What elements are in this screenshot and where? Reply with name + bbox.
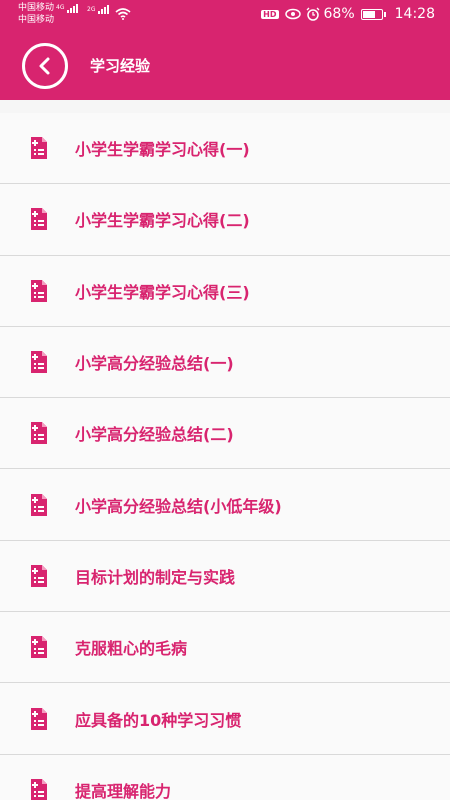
list-item[interactable]: 提高理解能力: [0, 754, 450, 800]
list-item[interactable]: 小学高分经验总结(二): [0, 398, 450, 470]
carrier-info: 中国移动 4G 中国移动: [18, 2, 79, 26]
list-item-label: 小学生学霸学习心得(三): [75, 282, 250, 302]
document-list-icon: [29, 350, 49, 374]
list-item[interactable]: 小学高分经验总结(小低年级): [0, 469, 450, 541]
wifi-icon: [115, 8, 131, 20]
document-list-icon: [29, 564, 49, 588]
document-list-icon: [29, 493, 49, 517]
list-item[interactable]: 小学生学霸学习心得(一): [0, 113, 450, 185]
document-list-icon: [29, 778, 49, 800]
battery-percent: 68%: [323, 6, 355, 22]
list-item[interactable]: 小学高分经验总结(一): [0, 326, 450, 399]
carrier-2-label: 中国移动: [18, 15, 55, 25]
hd-badge: HD: [261, 9, 279, 19]
document-list-icon: [29, 707, 49, 731]
alarm-icon: [306, 7, 319, 21]
document-list-icon: [29, 279, 49, 303]
app-bar: 学习经验: [0, 32, 450, 100]
page-title: 学习经验: [90, 57, 151, 75]
document-list-icon: [29, 136, 49, 160]
battery-icon: [360, 8, 386, 20]
list-item[interactable]: 小学生学霸学习心得(二): [0, 184, 450, 256]
list-item-label: 小学高分经验总结(二): [75, 425, 234, 445]
list-item-label: 小学生学霸学习心得(二): [75, 211, 250, 231]
eye-comfort-icon: [284, 8, 301, 20]
signal-2-icon: [98, 4, 110, 14]
list-item-label: 小学高分经验总结(小低年级): [75, 496, 282, 516]
status-right: HD 68% 14:28: [261, 6, 435, 22]
network-type-2: 2G: [87, 5, 96, 13]
list-item-label: 应具备的10种学习习惯: [75, 710, 242, 730]
list-item[interactable]: 小学生学霸学习心得(三): [0, 255, 450, 327]
list-item-label: 克服粗心的毛病: [75, 639, 188, 659]
article-list: 小学生学霸学习心得(一) 小学生学霸学习心得(二) 小学生学霸学习心得(三) 小学高分…: [0, 113, 450, 800]
carrier-1-label: 中国移动: [18, 3, 55, 13]
document-list-icon: [29, 421, 49, 445]
document-list-icon: [29, 635, 49, 659]
clock: 14:28: [394, 6, 435, 22]
network-type-1: 4G: [56, 4, 65, 11]
list-item[interactable]: 克服粗心的毛病: [0, 612, 450, 684]
list-item-label: 目标计划的制定与实践: [75, 567, 236, 587]
chevron-left-icon: [39, 57, 50, 75]
list-item-label: 小学生学霸学习心得(一): [75, 140, 250, 160]
signal-1-icon: [67, 3, 79, 13]
document-list-icon: [29, 207, 49, 231]
list-item-label: 提高理解能力: [75, 781, 172, 800]
status-bar: 中国移动 4G 中国移动 2G HD 68% 14:28: [0, 0, 450, 32]
list-item[interactable]: 应具备的10种学习习惯: [0, 683, 450, 755]
battery-fill: [362, 10, 375, 18]
list-item[interactable]: 目标计划的制定与实践: [0, 540, 450, 613]
list-item-label: 小学高分经验总结(一): [75, 354, 234, 374]
signal-2-group: 2G: [85, 4, 110, 14]
back-button[interactable]: [22, 43, 68, 89]
